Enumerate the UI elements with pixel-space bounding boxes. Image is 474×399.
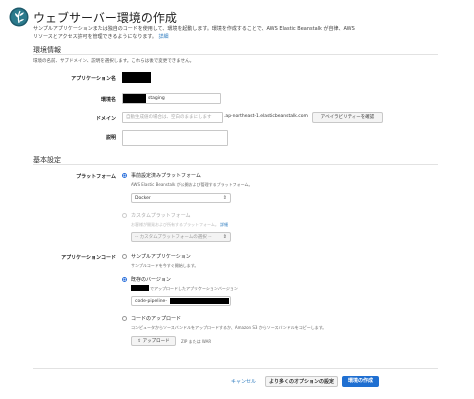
- domain-input[interactable]: 自動生成値の場合は、空白のままにします: [122, 112, 223, 123]
- upload-note: ZIP または WAR: [181, 339, 212, 344]
- app-name-redacted: [122, 72, 151, 83]
- domain-suffix: .ap-northeast-1.elasticbeanstalk.com: [224, 114, 308, 119]
- existing-version-redacted: [131, 285, 149, 291]
- existing-version-value: code-pipeline-: [135, 299, 167, 304]
- app-code-label: アプリケーションコード: [61, 255, 116, 261]
- upload-button[interactable]: ⇪ アップロード: [131, 336, 176, 346]
- custom-platform-select[interactable]: -- カスタムプラットフォームの選択 -- ⇕: [131, 232, 231, 242]
- section-divider: [33, 164, 438, 165]
- platform-managed-label: 事前設定済みプラットフォーム: [131, 173, 201, 179]
- check-availability-button[interactable]: アベイラビリティーを確認: [312, 112, 383, 123]
- existing-version-radio[interactable]: [122, 277, 127, 282]
- intro-line-1: サンプルアプリケーションまたは独自のコードを使用して、環境を起動します。環境を作…: [33, 26, 355, 32]
- platform-custom-detail-link[interactable]: 詳細: [220, 222, 228, 227]
- env-name-prefix-redacted: [123, 94, 146, 103]
- more-options-button[interactable]: より多くのオプションの設定: [265, 376, 338, 387]
- sample-app-label: サンプルアプリケーション: [131, 254, 191, 260]
- sample-app-radio[interactable]: [122, 254, 127, 259]
- upload-code-radio[interactable]: [122, 316, 127, 321]
- platform-managed-radio[interactable]: [122, 173, 127, 178]
- platform-custom-help: お客様が開発および所有するプラットフォーム。 詳細: [131, 222, 229, 227]
- intro-line-2: リソースとアクセス許可を管理できるようになります。 詳細: [33, 33, 169, 40]
- existing-version-help: でアップロードしたアプリケーションバージョン: [150, 286, 238, 291]
- platform-label: プラットフォーム: [76, 174, 116, 180]
- chevron-updown-icon: ⇕: [222, 195, 227, 201]
- platform-select-value: Docker: [135, 196, 151, 201]
- platform-managed-help: AWS Elastic Beanstalk が公開および管理するプラットフォーム…: [131, 182, 253, 187]
- platform-custom-label: カスタムプラットフォーム: [131, 213, 191, 219]
- app-name-label: アプリケーション名: [71, 76, 116, 82]
- chevron-updown-icon: ⇕: [222, 234, 227, 240]
- env-name-label: 環境名: [100, 97, 116, 103]
- section-divider: [33, 54, 438, 55]
- intro-detail-link[interactable]: 詳細: [159, 34, 169, 40]
- upload-icon: ⇪: [137, 339, 142, 344]
- description-label: 説明: [105, 135, 116, 141]
- sample-app-help: サンプルコードを今すぐ開始します。: [131, 263, 199, 268]
- env-info-note: 環境の名前、サブドメイン、説明を選択します。これらは後で変更できません。: [33, 59, 195, 64]
- page-title: ウェブサーバー環境の作成: [33, 11, 177, 25]
- upload-code-label: コードのアップロード: [131, 316, 182, 322]
- custom-platform-select-value: -- カスタムプラットフォームの選択 --: [135, 235, 212, 240]
- footer-divider: [33, 368, 438, 369]
- create-environment-button[interactable]: 環境の作成: [342, 376, 379, 387]
- description-textarea[interactable]: [122, 130, 228, 146]
- existing-version-value-redacted: [170, 298, 229, 304]
- upload-code-help: コンピュータからソースバンドルをアップロードするか、Amazon S3 からソー…: [131, 325, 327, 330]
- env-name-value: staging: [148, 96, 165, 101]
- cancel-link[interactable]: キャンセル: [231, 378, 256, 385]
- existing-version-label: 既存のバージョン: [131, 277, 171, 283]
- intro-text: サンプルアプリケーションまたは独自のコードを使用して、環境を起動します。環境を作…: [33, 26, 373, 41]
- elastic-beanstalk-logo-icon: [9, 7, 29, 27]
- platform-custom-radio[interactable]: [122, 213, 127, 218]
- domain-label: ドメイン: [95, 116, 116, 122]
- platform-select[interactable]: Docker ⇕: [131, 193, 231, 203]
